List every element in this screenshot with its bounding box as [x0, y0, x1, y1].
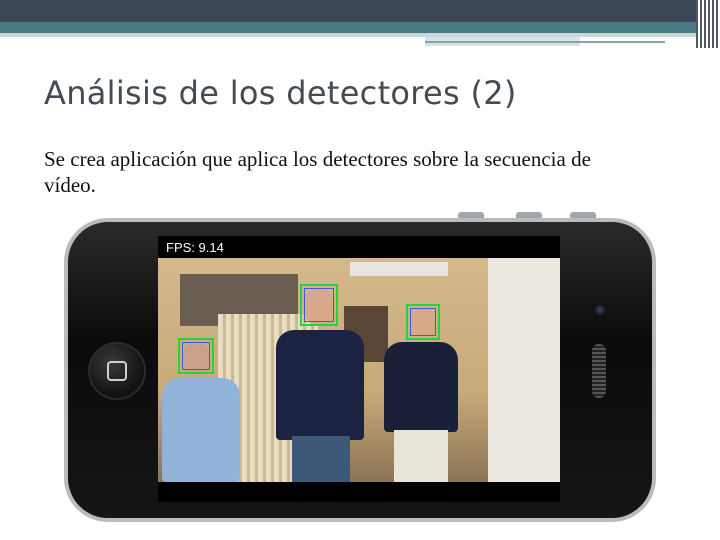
header-stripes	[696, 0, 720, 48]
home-square-icon	[107, 361, 127, 381]
face-detection-box	[406, 304, 440, 340]
header-accent-line	[425, 41, 665, 43]
video-frame	[158, 258, 560, 482]
fps-readout: FPS: 9.14	[166, 240, 224, 255]
phone-camera-icon	[594, 304, 606, 316]
phone-speaker-grille	[592, 344, 606, 398]
door	[488, 258, 560, 482]
face-detection-box	[178, 338, 214, 374]
header-bar-light	[0, 33, 696, 37]
header-bar-teal	[0, 22, 696, 33]
header-bar-dark	[0, 0, 696, 22]
face-detection-box	[300, 284, 338, 326]
slide-body-text: Se crea aplicación que aplica los detect…	[44, 147, 591, 197]
phone-home-button	[88, 342, 146, 400]
phone-screen: FPS: 9.14	[158, 236, 560, 502]
air-conditioner	[350, 262, 448, 276]
slide-title: Análisis de los detectores (2)	[44, 74, 517, 112]
